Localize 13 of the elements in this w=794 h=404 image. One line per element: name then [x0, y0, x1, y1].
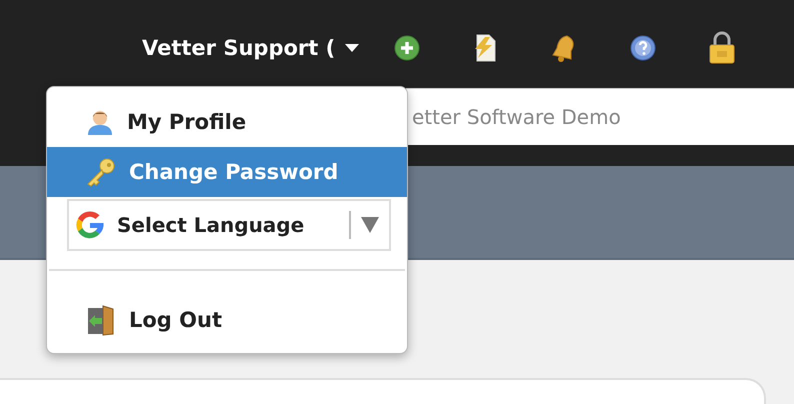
add-icon[interactable]: [393, 34, 422, 62]
person-icon: [85, 108, 115, 136]
user-menu-button[interactable]: Vetter Support (: [142, 36, 360, 60]
language-select[interactable]: Select Language: [67, 199, 391, 251]
dropdown-arrow-icon: [361, 216, 379, 234]
menu-item[interactable]: Change Password: [47, 147, 407, 197]
menu-item[interactable]: Log Out: [47, 295, 407, 345]
padlock-icon[interactable]: [707, 31, 738, 65]
key-icon: [85, 157, 117, 187]
search-field[interactable]: etter Software Demo: [406, 88, 794, 145]
help-icon[interactable]: [629, 34, 658, 62]
menu-item[interactable]: My Profile: [47, 97, 407, 147]
caret-icon: [345, 44, 360, 52]
